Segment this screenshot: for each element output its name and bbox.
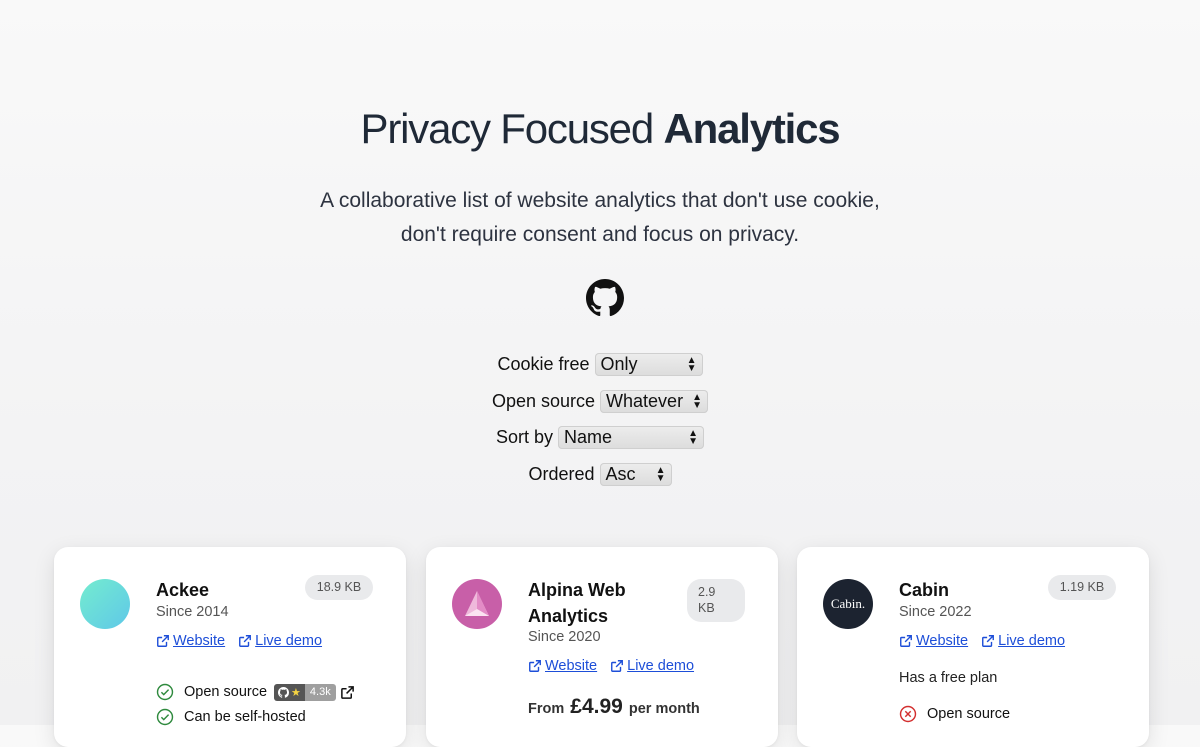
x-circle-icon (899, 705, 917, 723)
price-info: From £4.99 per month (528, 695, 700, 719)
website-link[interactable]: Website (156, 633, 225, 649)
card-name: Alpina Web Analytics (528, 580, 626, 626)
page-subtitle: A collaborative list of website analytic… (300, 184, 900, 252)
website-link[interactable]: Website (899, 633, 968, 649)
filter-label: Cookie free (497, 354, 590, 374)
select-arrows-icon: ▲ ▼ (686, 354, 697, 374)
analytics-card-ackee: Ackee Since 2014 18.9 KB Website Live de… (54, 547, 406, 747)
select-arrows-icon: ▲ ▼ (692, 391, 703, 411)
website-link[interactable]: Website (528, 658, 597, 674)
card-since: Since 2022 (899, 604, 972, 620)
size-badge: 1.19 KB (1048, 575, 1116, 600)
live-demo-link[interactable]: Live demo (981, 633, 1065, 649)
external-link-icon (239, 635, 252, 647)
feature-label: Can be self-hosted (184, 709, 306, 725)
github-icon[interactable] (586, 279, 624, 317)
card-links: Website Live demo (899, 633, 1065, 649)
github-icon (278, 686, 290, 698)
filter-cookie-free: Cookie free Only ▲ ▼ (0, 353, 1200, 376)
size-badge: 18.9 KB (305, 575, 373, 600)
feature-open-source: Open source ★ 4.3k (156, 683, 355, 701)
analytics-card-alpina: Alpina Web Analytics Since 2020 2.9 KB W… (426, 547, 778, 747)
card-name: Cabin (899, 580, 950, 600)
sort-by-select[interactable]: Name ▲ ▼ (558, 426, 705, 449)
live-demo-link[interactable]: Live demo (610, 658, 694, 674)
card-since: Since 2020 (528, 629, 601, 645)
star-icon: ★ (291, 686, 301, 699)
external-link-icon (157, 635, 169, 647)
price-prefix: From (528, 701, 565, 717)
subtitle-line-1: A collaborative list of website analytic… (320, 189, 880, 212)
open-source-select[interactable]: Whatever ▲ ▼ (600, 390, 709, 413)
external-link-icon (611, 660, 624, 672)
external-link-icon (529, 660, 541, 672)
price-amount: £4.99 (570, 695, 623, 718)
select-value: Asc (605, 464, 636, 484)
github-stars-badge[interactable]: ★ 4.3k (274, 683, 336, 701)
title-light: Privacy Focused (360, 105, 655, 152)
free-plan-note: Has a free plan (899, 670, 998, 686)
analytics-card-cabin: Cabin. Cabin Since 2022 1.19 KB Website … (797, 547, 1149, 747)
select-value: Only (600, 354, 638, 374)
filter-label: Sort by (495, 427, 554, 447)
size-badge: 2.9 KB (687, 579, 745, 622)
check-circle-icon (156, 683, 174, 701)
mountain-icon (465, 591, 489, 616)
card-links: Website Live demo (156, 633, 322, 649)
cookie-free-select[interactable]: Only ▲ ▼ (594, 353, 703, 376)
card-name: Ackee (156, 580, 210, 600)
alpina-logo (452, 579, 502, 629)
select-value: Name (564, 427, 613, 447)
external-link-icon (900, 635, 912, 647)
live-demo-link[interactable]: Live demo (238, 633, 322, 649)
filter-label: Open source (491, 391, 596, 411)
check-circle-icon (156, 708, 174, 726)
external-link-icon[interactable] (340, 685, 355, 700)
price-suffix: per month (628, 701, 700, 717)
select-arrows-icon: ▲ ▼ (655, 464, 666, 484)
subtitle-line-2: don't require consent and focus on priva… (400, 223, 800, 246)
card-links: Website Live demo (528, 658, 694, 674)
filter-open-source: Open source Whatever ▲ ▼ (0, 390, 1200, 413)
card-since: Since 2014 (156, 604, 229, 620)
stars-count: 4.3k (304, 683, 336, 701)
ordered-select[interactable]: Asc ▲ ▼ (599, 463, 672, 486)
feature-label: Open source (184, 684, 268, 700)
cabin-logo: Cabin. (823, 579, 873, 629)
feature-label: Open source (927, 706, 1011, 722)
filter-sort-by: Sort by Name ▲ ▼ (0, 426, 1200, 449)
feature-self-hosted: Can be self-hosted (156, 708, 306, 726)
external-link-icon (982, 635, 995, 647)
ackee-logo (80, 579, 130, 629)
filter-ordered: Ordered Asc ▲ ▼ (0, 463, 1200, 486)
select-value: Whatever (606, 391, 684, 411)
title-bold: Analytics (663, 105, 840, 152)
feature-open-source: Open source (899, 705, 1010, 723)
filter-label: Ordered (528, 464, 595, 484)
select-arrows-icon: ▲ ▼ (688, 427, 699, 447)
page-title: Privacy Focused Analytics (0, 100, 1200, 158)
